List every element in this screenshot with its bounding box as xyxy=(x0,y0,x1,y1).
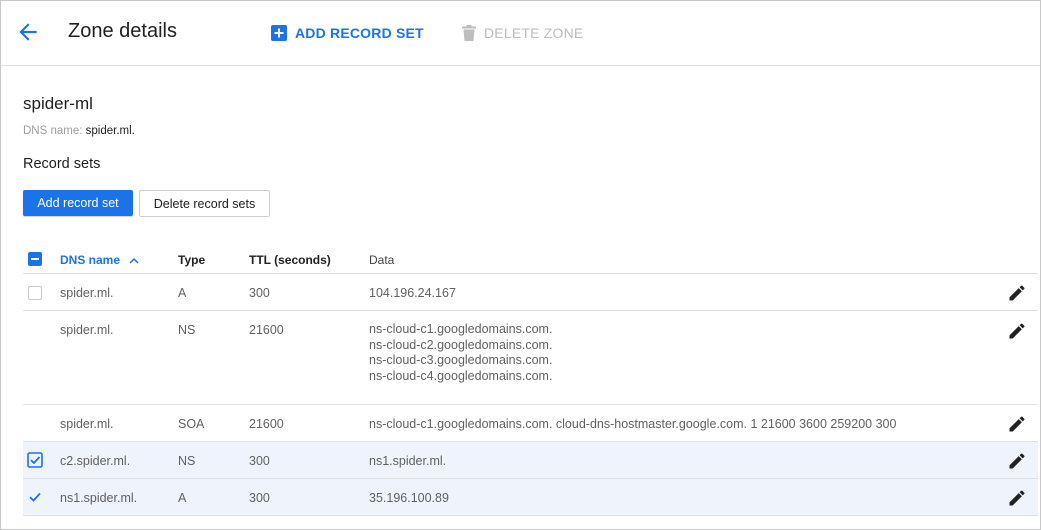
sort-ascending-icon xyxy=(129,258,139,264)
add-record-set-button[interactable]: Add record set xyxy=(23,190,133,216)
column-header-data: Data xyxy=(369,253,395,267)
dns-name-label: DNS name: xyxy=(23,125,83,137)
row-dns-name: spider.ml. xyxy=(60,323,114,337)
delete-zone-label: DELETE ZONE xyxy=(484,25,584,41)
table-header-row: DNS name Type TTL (seconds) Data xyxy=(23,245,1038,274)
column-header-dns-name[interactable]: DNS name xyxy=(60,253,139,267)
row-data: ns1.spider.ml. xyxy=(369,454,446,470)
table-row: spider.ml. A 300 104.196.24.167 xyxy=(23,274,1038,311)
record-sets-title: Record sets xyxy=(23,156,101,172)
delete-record-sets-button[interactable]: Delete record sets xyxy=(139,190,270,217)
row-data: 35.196.100.89 xyxy=(369,491,449,507)
column-header-type: Type xyxy=(178,253,206,267)
plus-box-icon xyxy=(271,25,287,41)
edit-pencil-icon[interactable] xyxy=(1007,414,1027,434)
row-ttl: 300 xyxy=(249,454,270,468)
row-data-line: ns-cloud-c1.googledomains.com. xyxy=(369,322,553,336)
record-sets-table: DNS name Type TTL (seconds) Data spider.… xyxy=(23,245,1038,516)
add-record-set-header-button[interactable]: ADD RECORD SET xyxy=(271,23,424,43)
row-data: ns-cloud-c1.googledomains.com. ns-cloud-… xyxy=(369,322,552,384)
row-dns-name: c2.spider.ml. xyxy=(60,454,131,468)
column-header-dns-name-label: DNS name xyxy=(60,253,121,267)
table-row: ns1.spider.ml. A 300 35.196.100.89 xyxy=(23,479,1038,516)
row-data-line: ns-cloud-c3.googledomains.com. xyxy=(369,353,553,367)
row-ttl: 21600 xyxy=(249,417,284,431)
row-data-line: ns-cloud-c2.googledomains.com. xyxy=(369,337,553,352)
row-ttl: 300 xyxy=(249,491,270,505)
add-record-set-header-label: ADD RECORD SET xyxy=(295,25,424,41)
dns-name-value: spider.ml. xyxy=(85,125,135,137)
table-row: c2.spider.ml. NS 300 ns1.spider.ml. xyxy=(23,442,1038,479)
table-row: spider.ml. SOA 21600 ns-cloud-c1.googled… xyxy=(23,405,1038,442)
row-checkbox-checked[interactable] xyxy=(27,452,43,468)
dns-name-line: DNS name: spider.ml. xyxy=(23,125,135,137)
row-data: ns-cloud-c1.googledomains.com. cloud-dns… xyxy=(369,417,896,433)
delete-zone-button[interactable]: DELETE ZONE xyxy=(462,23,583,43)
row-data-line: ns-cloud-c4.googledomains.com. xyxy=(369,368,553,383)
row-data-line: 104.196.24.167 xyxy=(369,286,456,300)
row-data-line: ns-cloud-c1.googledomains.com. cloud-dns… xyxy=(369,417,897,431)
row-type: NS xyxy=(178,323,196,337)
table-row: spider.ml. NS 21600 ns-cloud-c1.googledo… xyxy=(23,311,1038,405)
row-ttl: 300 xyxy=(249,286,270,300)
row-dns-name: spider.ml. xyxy=(60,286,114,300)
row-data-line: ns1.spider.ml. xyxy=(369,454,447,468)
row-type: A xyxy=(178,286,187,300)
zone-name: spider-ml xyxy=(23,94,93,113)
page-title: Zone details xyxy=(68,20,177,42)
row-checkbox[interactable] xyxy=(28,286,42,300)
column-header-ttl: TTL (seconds) xyxy=(249,253,331,267)
edit-pencil-icon[interactable] xyxy=(1007,321,1027,341)
row-type: A xyxy=(178,491,187,505)
edit-pencil-icon[interactable] xyxy=(1007,488,1027,508)
row-data: 104.196.24.167 xyxy=(369,286,456,302)
select-all-checkbox[interactable] xyxy=(28,252,42,266)
row-data-line: 35.196.100.89 xyxy=(369,491,449,505)
edit-pencil-icon[interactable] xyxy=(1007,283,1027,303)
top-bar: Zone details ADD RECORD SET DELETE ZONE xyxy=(1,1,1040,66)
row-dns-name: spider.ml. xyxy=(60,417,114,431)
edit-pencil-icon[interactable] xyxy=(1007,451,1027,471)
trash-icon xyxy=(462,25,476,41)
row-dns-name: ns1.spider.ml. xyxy=(60,491,138,505)
row-ttl: 21600 xyxy=(249,323,284,337)
back-arrow-icon[interactable] xyxy=(15,19,41,45)
row-checkbox-checked[interactable] xyxy=(27,489,43,505)
row-type: SOA xyxy=(178,417,205,431)
row-type: NS xyxy=(178,454,196,468)
